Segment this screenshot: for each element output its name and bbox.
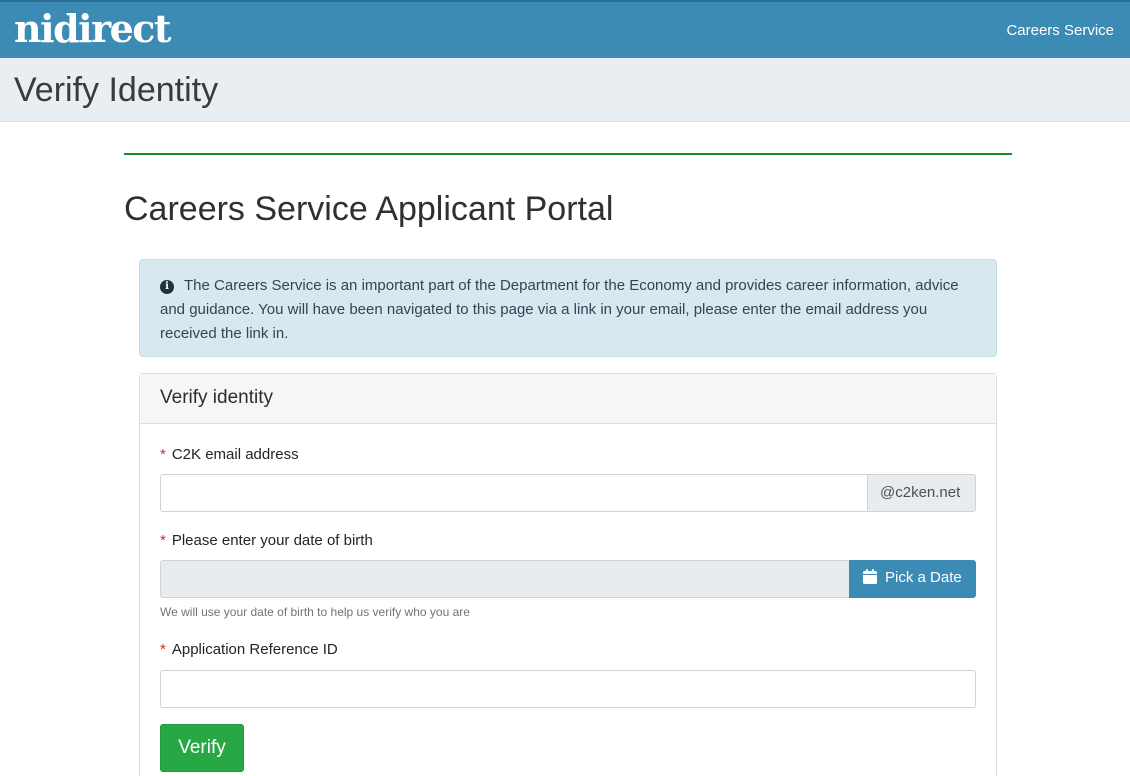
reference-label-text: Application Reference ID [171, 641, 338, 658]
pick-a-date-button[interactable]: Pick a Date [849, 560, 976, 598]
dob-input[interactable] [160, 560, 850, 598]
page-title-bar: Verify Identity [0, 58, 1130, 122]
site-header: nidirect Careers Service [0, 0, 1130, 58]
dob-help-text: We will use your date of birth to help u… [160, 605, 470, 619]
alert-text: The Careers Service is an important part… [160, 277, 959, 342]
reference-label: * Application Reference ID [160, 641, 338, 658]
email-label: * C2K email address [160, 446, 299, 463]
panel-title: Verify identity [140, 374, 996, 424]
verify-identity-panel: Verify identity * C2K email address @c2ke… [139, 373, 997, 776]
info-circle-icon: i [160, 280, 174, 294]
info-alert: i The Careers Service is an important par… [139, 259, 997, 357]
page-title: Verify Identity [14, 71, 219, 109]
reference-id-input[interactable] [160, 670, 976, 708]
divider [124, 153, 1012, 155]
nidirect-logo[interactable]: nidirect [14, 7, 171, 51]
required-marker: * [160, 446, 166, 463]
dob-label: * Please enter your date of birth [160, 532, 373, 549]
required-marker: * [160, 532, 166, 549]
email-input[interactable] [160, 474, 868, 512]
email-label-text: C2K email address [171, 446, 299, 463]
dob-label-text: Please enter your date of birth [171, 532, 373, 549]
portal-title: Careers Service Applicant Portal [124, 190, 614, 228]
pick-a-date-label: Pick a Date [885, 569, 962, 586]
calendar-icon [863, 569, 877, 588]
verify-button[interactable]: Verify [160, 724, 244, 772]
required-marker: * [160, 641, 166, 658]
careers-service-link[interactable]: Careers Service [1006, 22, 1114, 39]
email-domain-addon: @c2ken.net [867, 474, 976, 512]
